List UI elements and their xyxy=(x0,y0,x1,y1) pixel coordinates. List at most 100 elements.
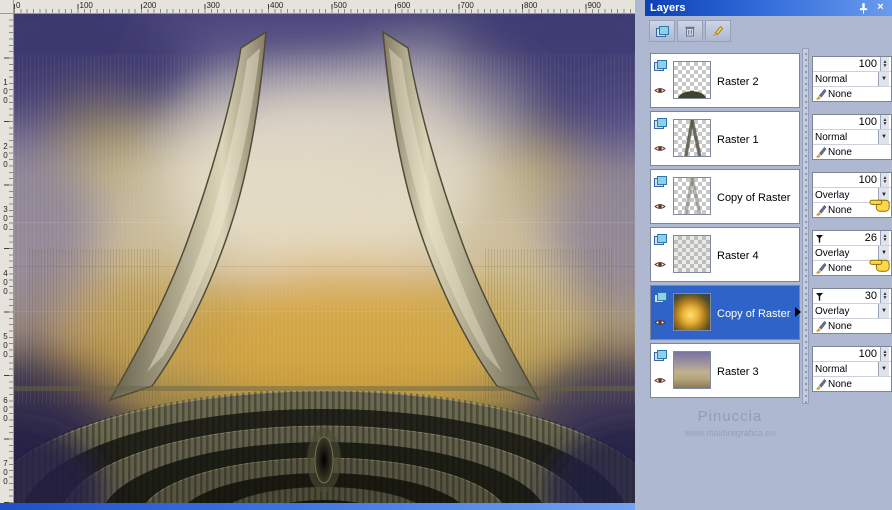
blend-mode-select[interactable]: Overlay ▼ xyxy=(813,304,891,319)
link-set-value: None xyxy=(828,320,852,332)
visibility-eye-icon[interactable] xyxy=(654,372,666,383)
visibility-eye-icon[interactable] xyxy=(654,314,666,325)
layer-row[interactable]: Copy of Raster xyxy=(650,169,800,224)
layer-name: Copy of Raster xyxy=(717,192,791,204)
brush-icon xyxy=(815,204,828,216)
link-set-control[interactable]: None xyxy=(813,319,891,333)
link-set-value: None xyxy=(828,204,852,216)
blend-mode-value: Normal xyxy=(815,363,848,375)
opacity-value: 100 xyxy=(858,348,877,360)
raster-layer-icon xyxy=(654,174,667,187)
ruler-label: 600 xyxy=(397,1,411,10)
layer-row-selected[interactable]: Copy of Raster xyxy=(650,285,800,340)
spinner-down-icon: ▼ xyxy=(882,63,888,69)
link-set-value: None xyxy=(828,378,852,390)
ruler-label: 500 xyxy=(1,332,10,359)
layer-thumbnail[interactable] xyxy=(673,293,711,331)
annotation-hand-icon xyxy=(869,191,891,215)
pin-button[interactable] xyxy=(857,2,870,14)
dropdown-arrow-icon[interactable]: ▼ xyxy=(878,130,889,144)
opacity-value: 26 xyxy=(864,232,877,244)
layer-controls: 100 ▲ ▼ Normal ▼ None xyxy=(812,56,892,102)
spinner-down-icon: ▼ xyxy=(882,237,888,243)
layers-panel: Layers × Raster 2 Raster 1 Copy of Raste… xyxy=(645,0,892,510)
new-layer-button[interactable] xyxy=(649,20,675,42)
opacity-spinner[interactable]: ▲ ▼ xyxy=(880,231,889,245)
visibility-eye-icon[interactable] xyxy=(654,198,666,209)
brush-icon xyxy=(815,88,828,100)
blend-mode-value: Normal xyxy=(815,131,848,143)
raster-layer-icon xyxy=(654,348,667,361)
opacity-value: 100 xyxy=(858,116,877,128)
opacity-control[interactable]: 30 ▲ ▼ xyxy=(813,289,891,304)
link-set-value: None xyxy=(828,146,852,158)
link-set-control[interactable]: None xyxy=(813,377,891,391)
visibility-eye-icon[interactable] xyxy=(654,82,666,93)
blend-mode-select[interactable]: Normal ▼ xyxy=(813,130,891,145)
visibility-eye-icon[interactable] xyxy=(654,256,666,267)
vertical-ruler: 100 200 300 400 500 600 700 xyxy=(0,14,14,503)
layer-name: Copy of Raster xyxy=(717,308,791,320)
layer-thumbnail[interactable] xyxy=(673,177,711,215)
raster-layer-icon xyxy=(654,116,667,129)
opacity-spinner[interactable]: ▲ ▼ xyxy=(880,115,889,129)
delete-layer-button[interactable] xyxy=(677,20,703,42)
spinner-down-icon: ▼ xyxy=(882,353,888,359)
close-button[interactable]: × xyxy=(874,0,887,15)
dropdown-arrow-icon[interactable]: ▼ xyxy=(878,362,889,376)
layer-row[interactable]: Raster 3 xyxy=(650,343,800,398)
opacity-control[interactable]: 100 ▲ ▼ xyxy=(813,173,891,188)
opacity-spinner[interactable]: ▲ ▼ xyxy=(880,173,889,187)
canvas[interactable] xyxy=(14,14,635,503)
panel-titlebar[interactable]: Layers × xyxy=(645,0,892,16)
link-set-control[interactable]: None xyxy=(813,87,891,101)
ruler-corner xyxy=(0,0,14,14)
opacity-control[interactable]: 100 ▲ ▼ xyxy=(813,347,891,362)
layer-thumbnail[interactable] xyxy=(673,119,711,157)
blend-mode-select[interactable]: Normal ▼ xyxy=(813,72,891,87)
active-layer-indicator xyxy=(795,307,801,317)
layer-row[interactable]: Raster 4 xyxy=(650,227,800,282)
blend-mode-value: Overlay xyxy=(815,305,850,317)
layer-thumbnail[interactable] xyxy=(673,235,711,273)
layer-row[interactable]: Raster 1 xyxy=(650,111,800,166)
panel-splitter[interactable] xyxy=(802,48,809,404)
spinner-down-icon: ▼ xyxy=(882,121,888,127)
dropdown-arrow-icon[interactable]: ▼ xyxy=(878,304,889,318)
watermark-name: Pinuccia xyxy=(697,408,763,425)
opacity-control[interactable]: 100 ▲ ▼ xyxy=(813,57,891,72)
watermark: Pinuccia www.maidiregrafica.eu xyxy=(657,408,803,438)
visibility-eye-icon[interactable] xyxy=(654,140,666,151)
opacity-spinner[interactable]: ▲ ▼ xyxy=(880,289,889,303)
ruler-label: 800 xyxy=(524,1,538,10)
layer-name: Raster 3 xyxy=(717,366,759,378)
ruler-label: 700 xyxy=(1,459,10,486)
brush-icon xyxy=(815,262,828,274)
raster-layer-icon xyxy=(654,290,667,303)
layer-controls: 30 ▲ ▼ Overlay ▼ None xyxy=(812,288,892,334)
layer-row[interactable]: Raster 2 xyxy=(650,53,800,108)
brush-icon xyxy=(815,378,828,390)
layer-thumbnail[interactable] xyxy=(673,61,711,99)
ruler-label: 400 xyxy=(270,1,284,10)
ruler-label: 200 xyxy=(1,142,10,169)
opacity-control[interactable]: 26 ▲ ▼ xyxy=(813,231,891,246)
link-set-value: None xyxy=(828,262,852,274)
opacity-value: 100 xyxy=(858,58,877,70)
link-set-control[interactable]: None xyxy=(813,145,891,159)
edit-selection-button[interactable] xyxy=(705,20,731,42)
opacity-spinner[interactable]: ▲ ▼ xyxy=(880,347,889,361)
ruler-label: 100 xyxy=(1,78,10,105)
ruler-label: 900 xyxy=(587,1,601,10)
blend-mode-select[interactable]: Normal ▼ xyxy=(813,362,891,377)
raster-layer-icon xyxy=(654,58,667,71)
ruler-label: 700 xyxy=(460,1,474,10)
opacity-slider-icon xyxy=(815,291,826,301)
opacity-spinner[interactable]: ▲ ▼ xyxy=(880,57,889,71)
opacity-slider-icon xyxy=(815,233,826,243)
brush-icon xyxy=(815,146,828,158)
dropdown-arrow-icon[interactable]: ▼ xyxy=(878,72,889,86)
spinner-down-icon: ▼ xyxy=(882,295,888,301)
layer-thumbnail[interactable] xyxy=(673,351,711,389)
opacity-control[interactable]: 100 ▲ ▼ xyxy=(813,115,891,130)
